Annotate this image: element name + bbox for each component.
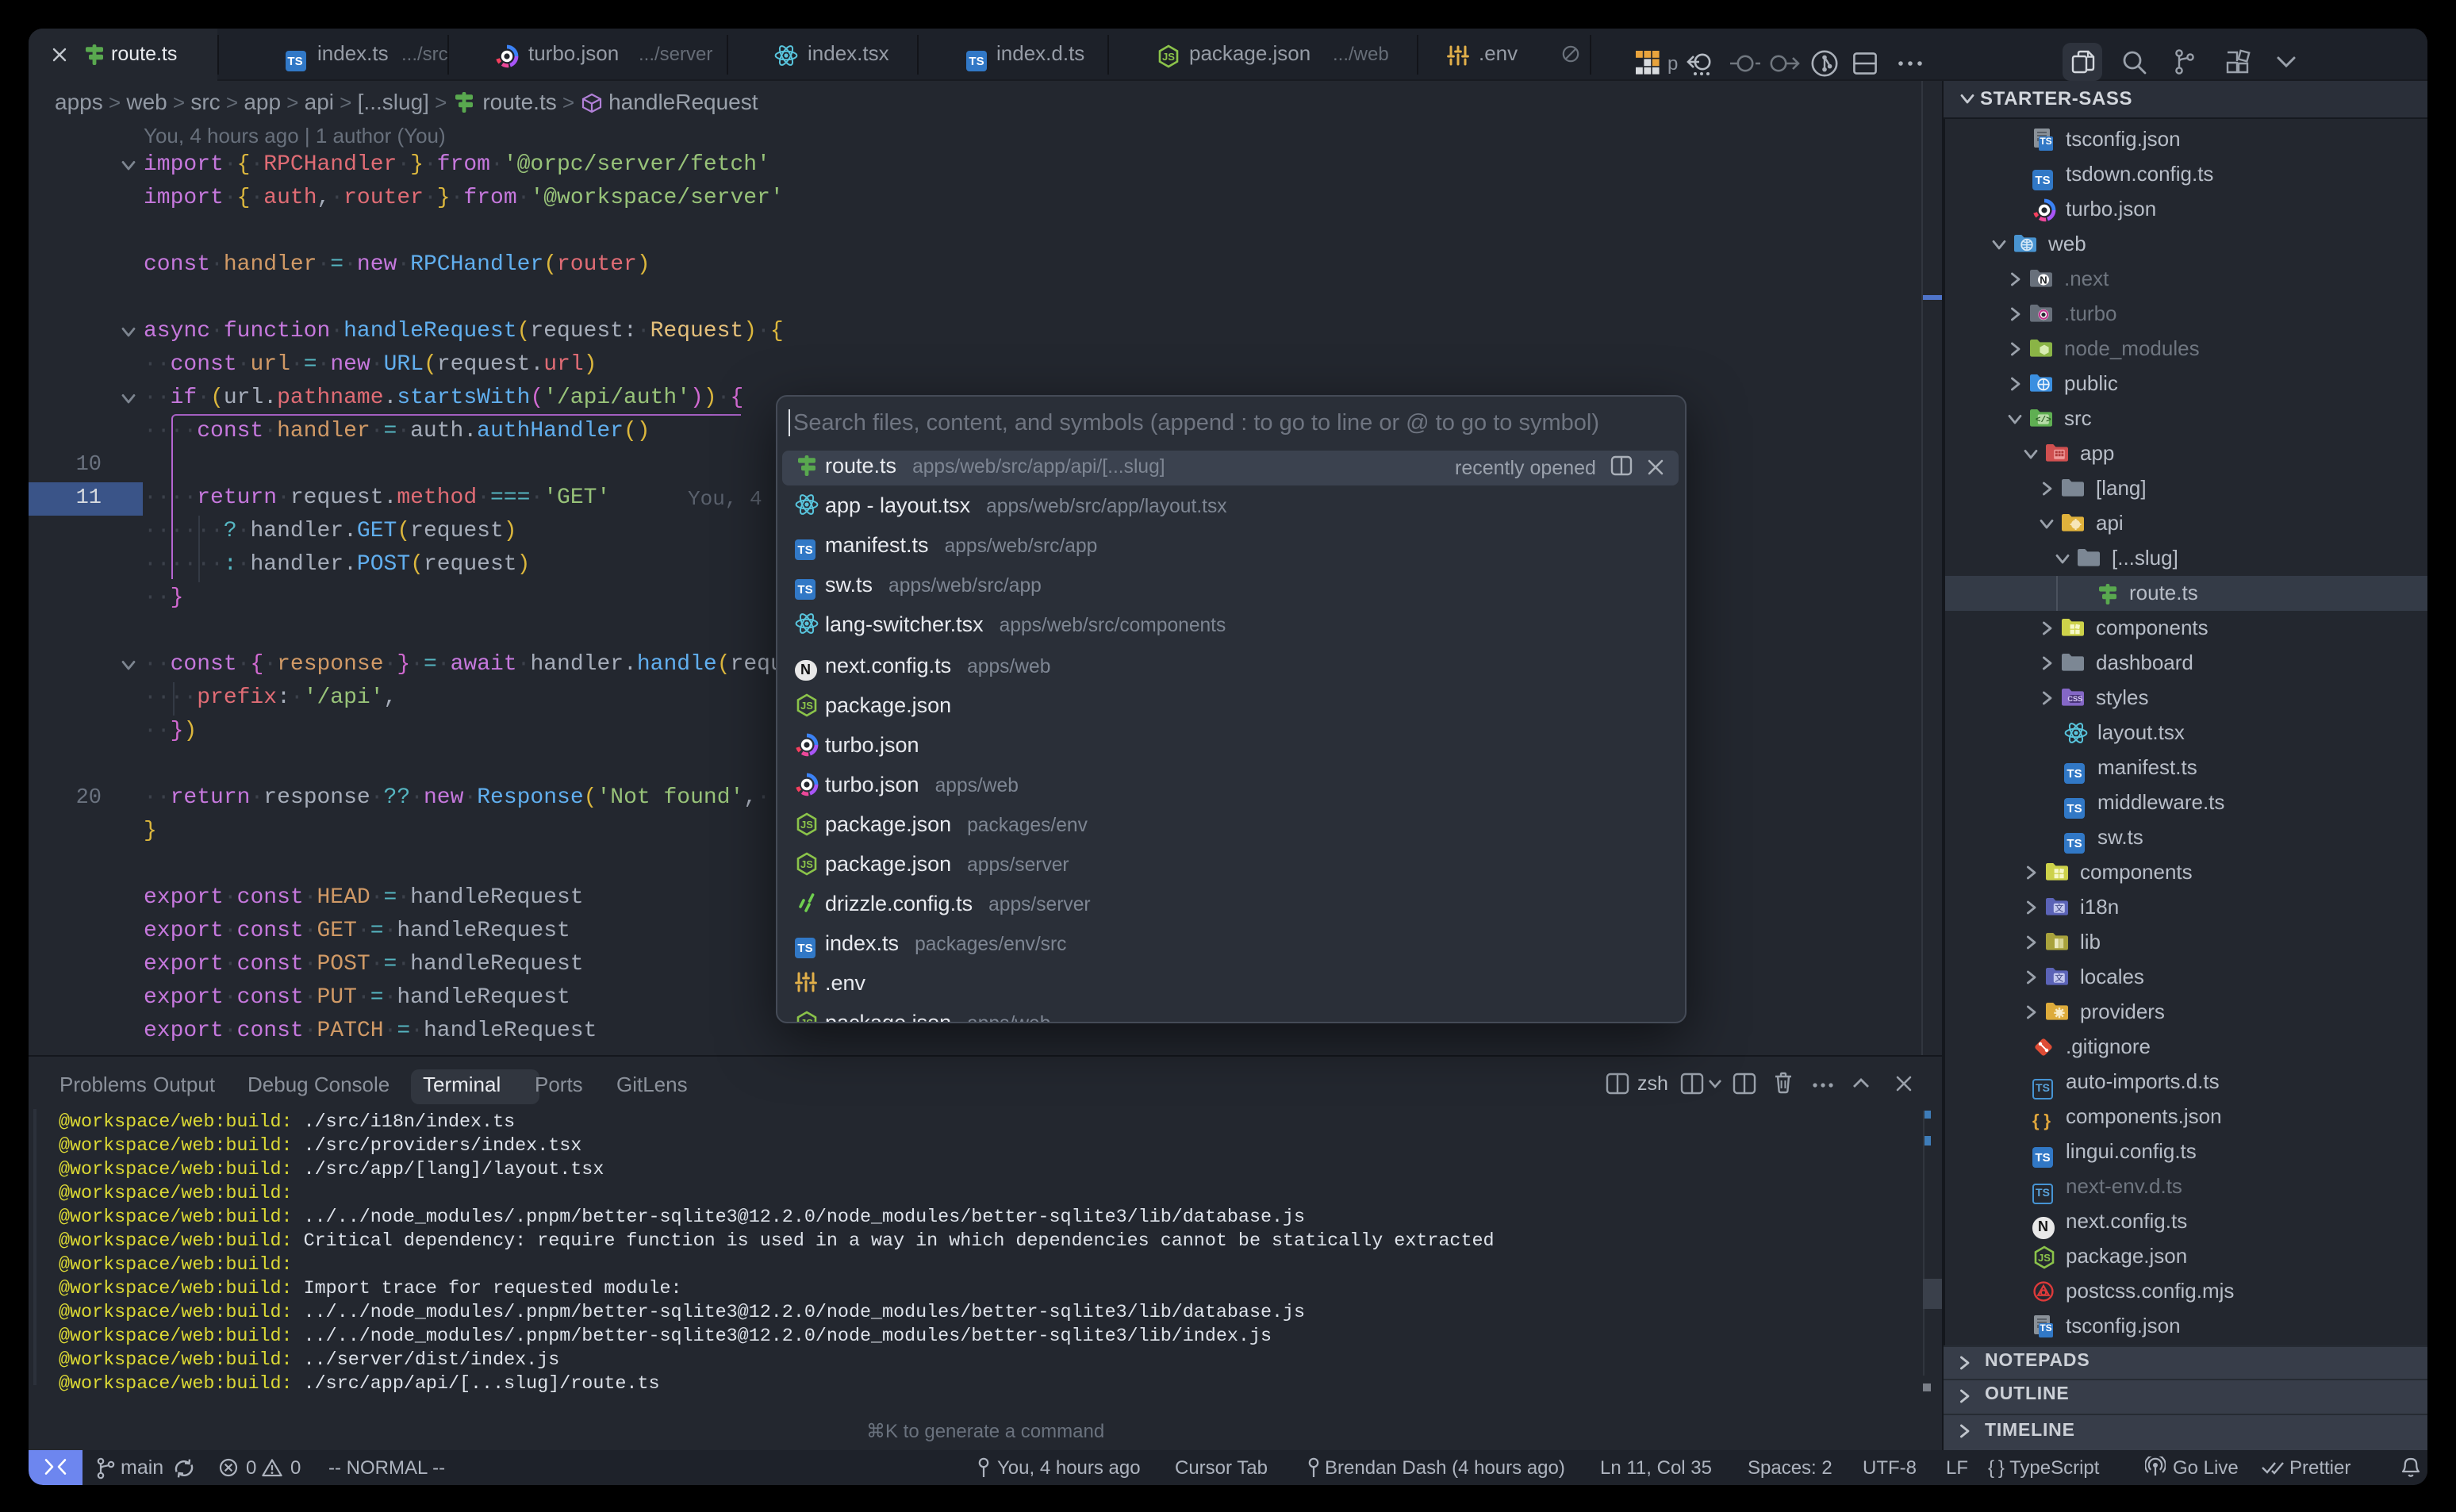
- svg-text:文: 文: [2055, 972, 2063, 983]
- svg-text:</>: </>: [2036, 416, 2051, 425]
- svg-text:JS: JS: [800, 1017, 813, 1023]
- svg-text:CSS: CSS: [2067, 695, 2082, 703]
- svg-text:JS: JS: [800, 699, 813, 711]
- svg-text:JS: JS: [2038, 1252, 2051, 1264]
- svg-text:文: 文: [2055, 902, 2063, 913]
- svg-text:JS: JS: [800, 818, 813, 830]
- svg-text:JS: JS: [800, 858, 813, 870]
- svg-text:JS: JS: [1162, 50, 1175, 62]
- svg-text:N: N: [2040, 274, 2047, 286]
